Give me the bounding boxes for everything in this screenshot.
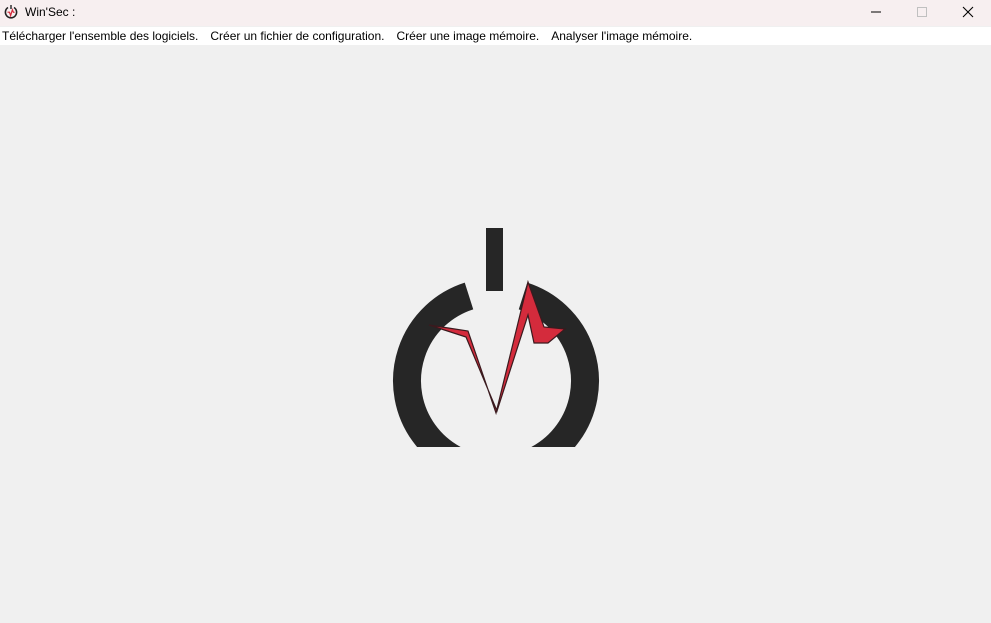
logo-power-bar xyxy=(486,228,503,291)
window-title: Win'Sec : xyxy=(25,5,76,19)
app-icon xyxy=(4,5,18,19)
menu-item-download-software[interactable]: Télécharger l'ensemble des logiciels. xyxy=(0,27,205,45)
app-window: Win'Sec : Télécharger l'ensemble des log… xyxy=(0,0,991,623)
menu-item-create-config[interactable]: Créer un fichier de configuration. xyxy=(205,27,391,45)
maximize-button[interactable] xyxy=(899,0,945,24)
minimize-button[interactable] xyxy=(853,0,899,24)
menu-bar: Télécharger l'ensemble des logiciels. Cr… xyxy=(0,27,991,45)
close-icon xyxy=(962,6,974,18)
logo-ring xyxy=(393,282,599,447)
power-pulse-logo xyxy=(393,228,599,447)
maximize-icon xyxy=(917,7,927,17)
main-content xyxy=(0,45,991,623)
window-controls xyxy=(853,0,991,24)
close-button[interactable] xyxy=(945,0,991,24)
menu-item-create-memory-image[interactable]: Créer une image mémoire. xyxy=(391,27,546,45)
minimize-icon xyxy=(871,11,881,13)
menu-item-analyze-memory-image[interactable]: Analyser l'image mémoire. xyxy=(546,27,699,45)
title-bar[interactable]: Win'Sec : xyxy=(0,0,991,26)
